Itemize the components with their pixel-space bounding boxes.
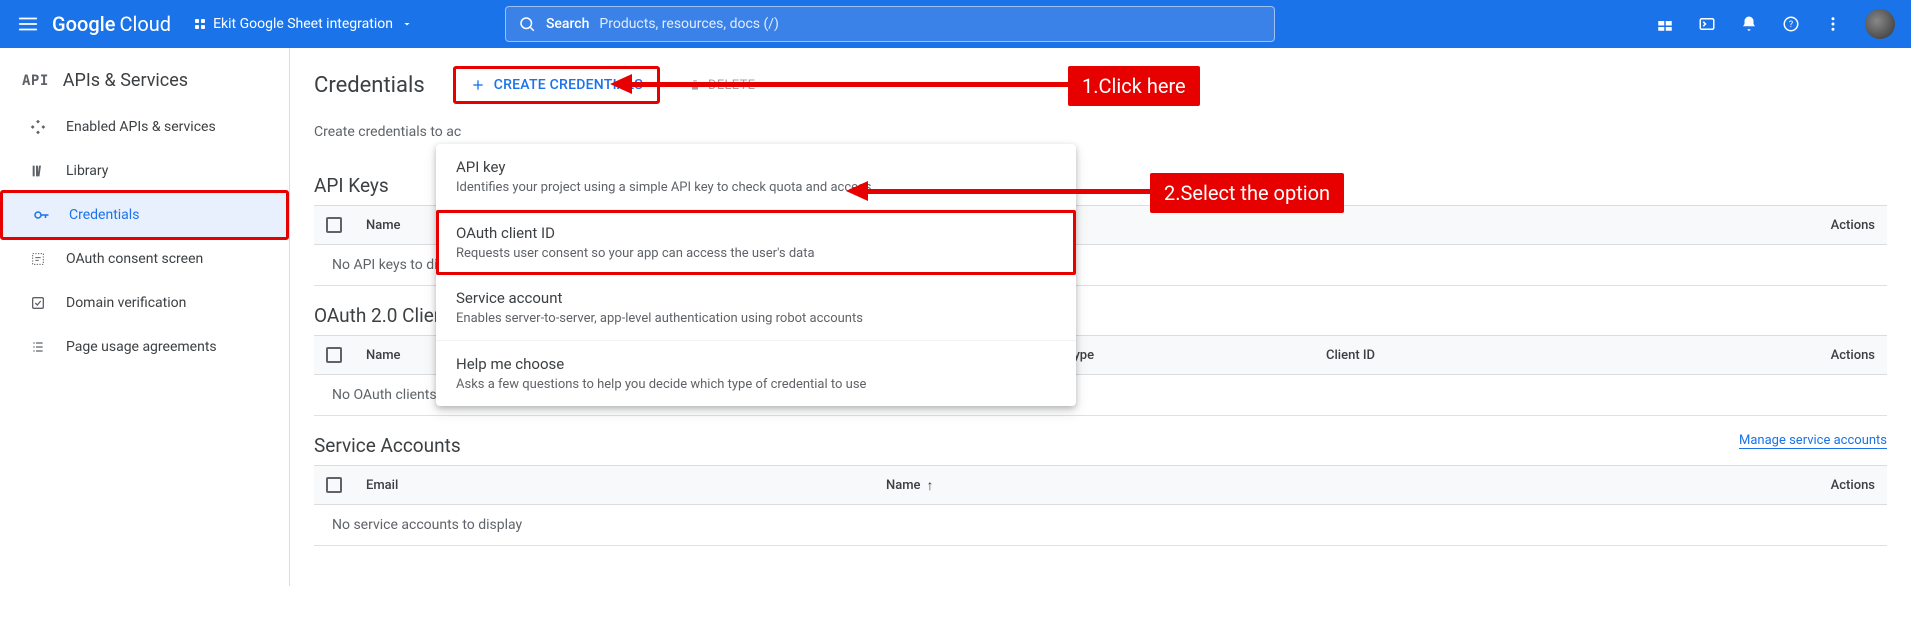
menu-item-title: Service account xyxy=(456,289,1056,307)
library-icon xyxy=(28,161,48,181)
header-icons: ? xyxy=(1655,9,1895,39)
search-input[interactable]: Search Products, resources, docs (/) xyxy=(505,6,1275,42)
arrow-head-one xyxy=(610,74,632,94)
menu-item-oauth-client-id[interactable]: OAuth client ID Requests user consent so… xyxy=(436,210,1076,275)
logo-prefix: Google xyxy=(52,12,115,36)
project-dots-icon xyxy=(195,19,205,29)
avatar[interactable] xyxy=(1865,9,1895,39)
sort-up-icon: ↑ xyxy=(927,477,934,494)
sidebar-item-oauth-consent[interactable]: OAuth consent screen xyxy=(0,237,289,281)
sidebar-item-label: Library xyxy=(66,163,108,179)
project-name: Ekit Google Sheet integration xyxy=(213,16,393,32)
menu-item-desc: Asks a few questions to help you decide … xyxy=(456,377,1056,392)
menu-item-title: API key xyxy=(456,158,1056,176)
callout-one: 1.Click here xyxy=(1068,66,1200,106)
sidebar-item-label: Enabled APIs & services xyxy=(66,119,216,135)
menu-item-service-account[interactable]: Service account Enables server-to-server… xyxy=(436,275,1076,341)
menu-item-desc: Requests user consent so your app can ac… xyxy=(456,246,1056,261)
search-placeholder: Products, resources, docs (/) xyxy=(599,16,779,32)
diamond-grid-icon xyxy=(28,117,48,137)
menu-item-api-key[interactable]: API key Identifies your project using a … xyxy=(436,144,1076,210)
sidebar-title: APIs & Services xyxy=(63,70,188,91)
create-credentials-menu: API key Identifies your project using a … xyxy=(436,144,1076,406)
section-title-sa: Service Accounts xyxy=(314,434,461,457)
menu-item-desc: Enables server-to-server, app-level auth… xyxy=(456,311,1056,326)
plus-icon xyxy=(470,77,486,93)
more-vert-icon[interactable] xyxy=(1823,14,1843,34)
sidebar-item-library[interactable]: Library xyxy=(0,149,289,193)
svg-text:?: ? xyxy=(1789,20,1793,30)
col-type[interactable]: Type xyxy=(1066,348,1326,363)
menu-item-title: Help me choose xyxy=(456,355,1056,373)
search-icon xyxy=(518,15,536,33)
table-header-sa: Email Name ↑ Actions xyxy=(314,465,1887,505)
select-all-checkbox[interactable] xyxy=(326,217,342,233)
col-clientid[interactable]: Client ID xyxy=(1326,348,1795,363)
manage-service-accounts-link[interactable]: Manage service accounts xyxy=(1739,433,1887,449)
app-header: Google Cloud Ekit Google Sheet integrati… xyxy=(0,0,1911,48)
arrow-line-two xyxy=(866,189,1150,194)
hamburger-icon[interactable] xyxy=(16,12,40,36)
col-sa-name[interactable]: Name ↑ xyxy=(886,477,1326,494)
col-sa-name-label: Name xyxy=(886,478,921,493)
logo-suffix: Cloud xyxy=(119,12,171,36)
col-email[interactable]: Email xyxy=(366,478,886,493)
api-icon: API xyxy=(22,73,49,89)
help-icon[interactable]: ? xyxy=(1781,14,1801,34)
sidebar-title-row: API APIs & Services xyxy=(0,60,289,105)
menu-item-title: OAuth client ID xyxy=(456,224,1056,242)
sidebar-item-label: Credentials xyxy=(69,207,139,223)
sidebar-item-label: Page usage agreements xyxy=(66,339,217,355)
sidebar-item-page-usage[interactable]: Page usage agreements xyxy=(0,325,289,369)
col-actions: Actions xyxy=(1326,478,1875,493)
chevron-down-icon xyxy=(401,18,413,30)
sidebar-item-domain-verification[interactable]: Domain verification xyxy=(0,281,289,325)
sidebar-item-credentials[interactable]: Credentials xyxy=(3,193,286,237)
search-label: Search xyxy=(546,16,589,32)
console-icon[interactable] xyxy=(1697,14,1717,34)
empty-sa: No service accounts to display xyxy=(314,505,1887,546)
key-icon xyxy=(31,205,51,225)
col-actions: Actions xyxy=(1795,348,1875,363)
content-area: Credentials CREATE CREDENTIALS DELETE Cr… xyxy=(290,48,1911,586)
check-box-icon xyxy=(28,293,48,313)
gift-icon[interactable] xyxy=(1655,14,1675,34)
project-selector[interactable]: Ekit Google Sheet integration xyxy=(195,16,413,32)
arrow-head-two xyxy=(846,181,868,201)
sidebar-item-label: OAuth consent screen xyxy=(66,251,203,267)
menu-item-help-me-choose[interactable]: Help me choose Asks a few questions to h… xyxy=(436,341,1076,406)
sa-header-row: Service Accounts Manage service accounts xyxy=(314,416,1887,465)
search-container: Search Products, resources, docs (/) xyxy=(505,6,1275,42)
arrow-line-one xyxy=(630,82,1068,87)
select-all-checkbox[interactable] xyxy=(326,477,342,493)
consent-icon xyxy=(28,249,48,269)
sidebar: API APIs & Services Enabled APIs & servi… xyxy=(0,48,290,586)
sidebar-item-label: Domain verification xyxy=(66,295,186,311)
select-all-checkbox[interactable] xyxy=(326,347,342,363)
list-icon xyxy=(28,337,48,357)
logo[interactable]: Google Cloud xyxy=(52,12,171,36)
callout-two: 2.Select the option xyxy=(1150,173,1344,213)
page-title: Credentials xyxy=(314,73,425,98)
col-actions: Actions xyxy=(1795,218,1875,233)
bell-icon[interactable] xyxy=(1739,14,1759,34)
sidebar-item-enabled-apis[interactable]: Enabled APIs & services xyxy=(0,105,289,149)
main-layout: API APIs & Services Enabled APIs & servi… xyxy=(0,48,1911,586)
